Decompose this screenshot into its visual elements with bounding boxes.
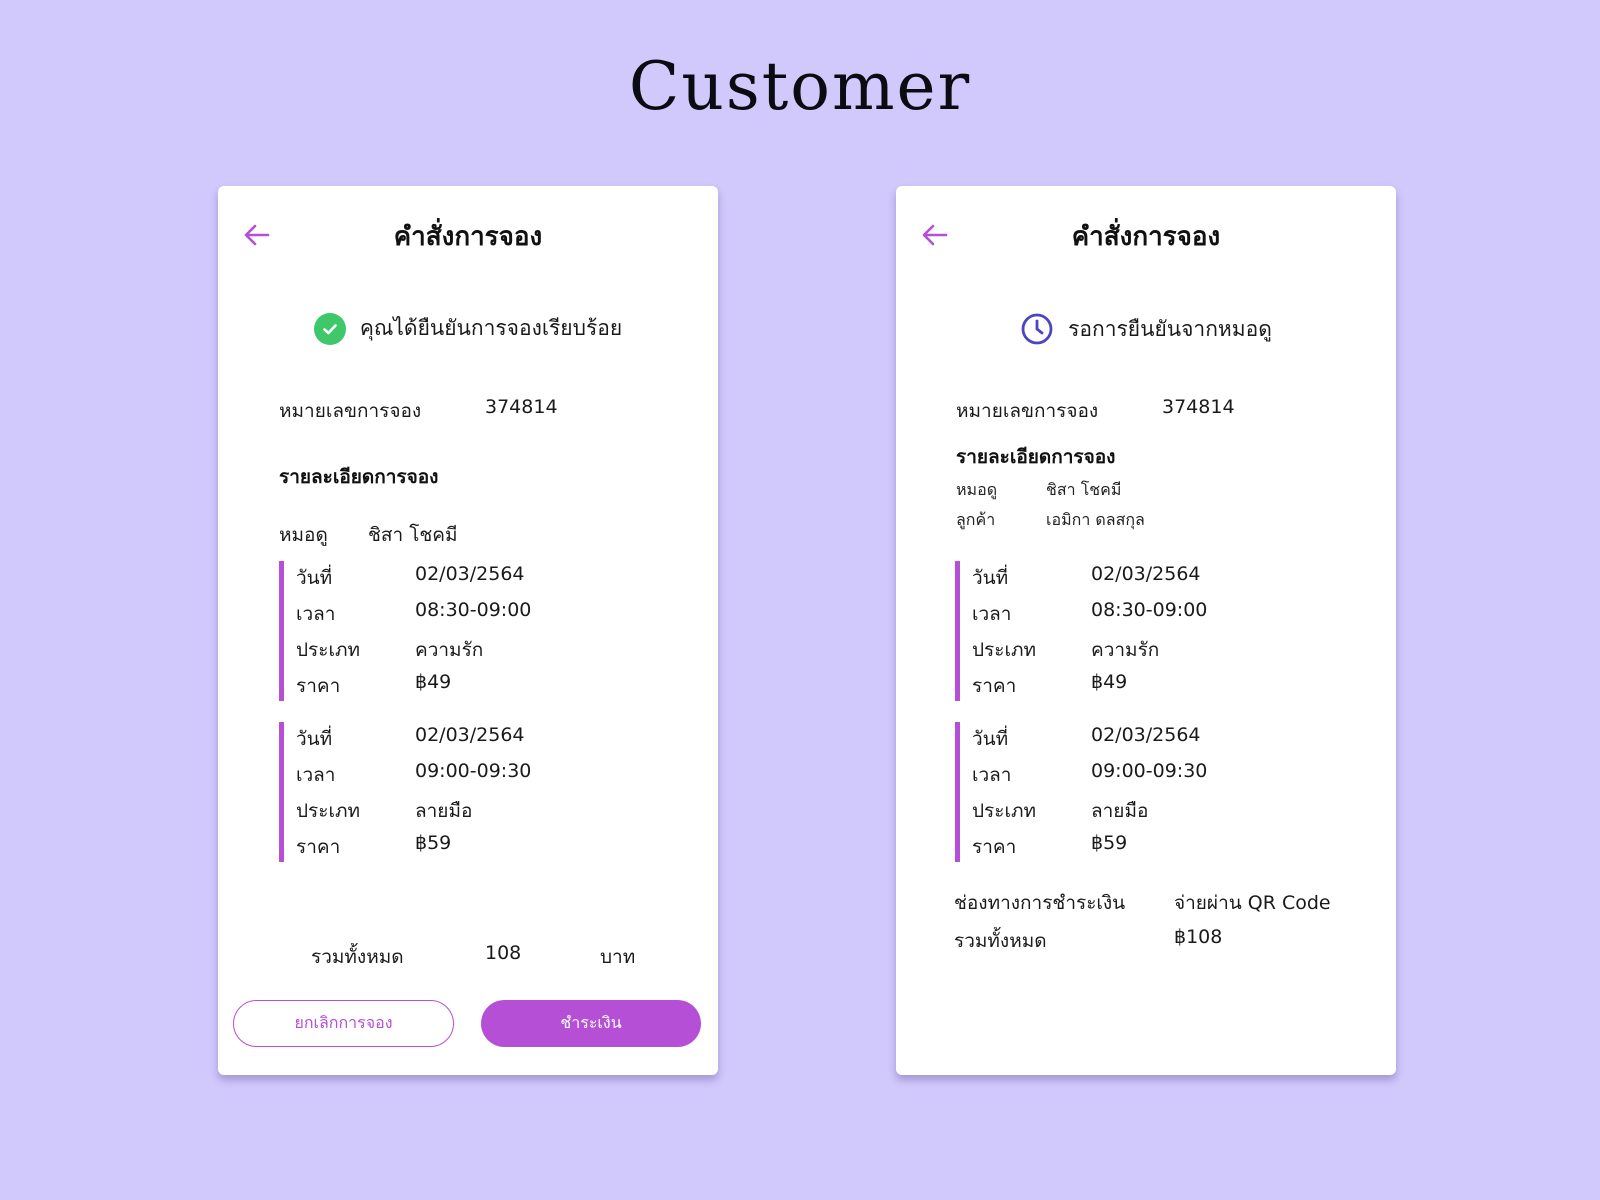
fortune-teller-name: ชิสา โชคมี — [1046, 480, 1122, 499]
slot-type-value: ความรัก — [1091, 639, 1160, 661]
fortune-teller-name: ชิสา โชคมี — [368, 524, 458, 546]
total-label: รวมทั้งหมด — [954, 930, 1047, 952]
booking-status: คุณได้ยืนยันการจองเรียบร้อย — [218, 312, 718, 345]
slot-time-label: เวลา — [972, 603, 1012, 625]
card-title: คำสั่งการจอง — [393, 222, 543, 252]
slot-date-value: 02/03/2564 — [415, 563, 525, 585]
slot-date-label: วันที่ — [296, 728, 333, 750]
booking-number-label: หมายเลขการจอง — [956, 400, 1099, 422]
customer-label: ลูกค้า — [956, 510, 996, 529]
details-heading: รายละเอียดการจอง — [279, 466, 439, 488]
slot-price-value: ฿49 — [1091, 671, 1128, 693]
slot-price-label: ราคา — [972, 836, 1017, 858]
total-unit: บาท — [600, 946, 636, 968]
fortune-teller-label: หมอดู — [956, 480, 998, 499]
booking-number-value: 374814 — [485, 396, 558, 418]
slot-price-label: ราคา — [296, 675, 341, 697]
booking-card-pending: คำสั่งการจอง รอการยืนยันจากหมอดู หมายเลข… — [896, 186, 1396, 1075]
clock-icon — [1021, 313, 1053, 345]
booking-status: รอการยืนยันจากหมอดู — [896, 312, 1396, 346]
payment-channel-label: ช่องทางการชำระเงิน — [954, 892, 1126, 914]
slot-time-label: เวลา — [972, 764, 1012, 786]
booking-number-label: หมายเลขการจอง — [279, 400, 422, 422]
slot-type-label: ประเภท — [972, 800, 1037, 822]
status-text: คุณได้ยืนยันการจองเรียบร้อย — [359, 316, 623, 340]
slot-time-label: เวลา — [296, 764, 336, 786]
booking-slot: วันที่ 02/03/2564 เวลา 08:30-09:00 ประเภท ค… — [955, 561, 1320, 701]
slot-time-value: 08:30-09:00 — [1091, 599, 1208, 621]
status-text: รอการยืนยันจากหมอดู — [1068, 316, 1272, 341]
booking-slot: วันที่ 02/03/2564 เวลา 08:30-09:00 ประเภท ค… — [279, 561, 644, 701]
page-title: Customer — [628, 48, 972, 125]
slot-type-value: ลายมือ — [1091, 800, 1149, 822]
total-label: รวมทั้งหมด — [311, 946, 404, 968]
slot-type-value: ลายมือ — [415, 800, 473, 822]
slot-time-value: 09:00-09:30 — [415, 760, 532, 782]
slot-type-label: ประเภท — [296, 800, 361, 822]
fortune-teller-label: หมอดู — [279, 524, 328, 546]
booking-number-value: 374814 — [1162, 396, 1235, 418]
cancel-booking-button[interactable]: ยกเลิกการจอง — [233, 1000, 454, 1047]
total-value: ฿108 — [1174, 926, 1223, 948]
pay-button[interactable]: ชำระเงิน — [481, 1000, 701, 1047]
slot-price-label: ราคา — [296, 836, 341, 858]
slot-type-label: ประเภท — [296, 639, 361, 661]
slot-date-value: 02/03/2564 — [415, 724, 525, 746]
customer-name: เอมิกา ดลสกุล — [1046, 510, 1145, 529]
slot-price-value: ฿59 — [415, 832, 452, 854]
slot-date-value: 02/03/2564 — [1091, 724, 1201, 746]
slot-time-label: เวลา — [296, 603, 336, 625]
slot-date-label: วันที่ — [972, 728, 1009, 750]
booking-card-confirmed: คำสั่งการจอง คุณได้ยืนยันการจองเรียบร้อย… — [218, 186, 718, 1075]
slot-price-value: ฿59 — [1091, 832, 1128, 854]
slot-time-value: 08:30-09:00 — [415, 599, 532, 621]
total-value: 108 — [485, 942, 522, 964]
slot-type-label: ประเภท — [972, 639, 1037, 661]
slot-price-label: ราคา — [972, 675, 1017, 697]
slot-date-label: วันที่ — [972, 567, 1009, 589]
slot-type-value: ความรัก — [415, 639, 484, 661]
details-heading: รายละเอียดการจอง — [956, 446, 1116, 468]
slot-date-label: วันที่ — [296, 567, 333, 589]
slot-price-value: ฿49 — [415, 671, 452, 693]
check-circle-icon — [313, 312, 346, 345]
slot-time-value: 09:00-09:30 — [1091, 760, 1208, 782]
slot-date-value: 02/03/2564 — [1091, 563, 1201, 585]
booking-slot: วันที่ 02/03/2564 เวลา 09:00-09:30 ประเภท ล… — [279, 722, 644, 862]
booking-slot: วันที่ 02/03/2564 เวลา 09:00-09:30 ประเภท ล… — [955, 722, 1320, 862]
payment-channel-value: จ่ายผ่าน QR Code — [1174, 892, 1331, 914]
card-title: คำสั่งการจอง — [1071, 222, 1221, 252]
